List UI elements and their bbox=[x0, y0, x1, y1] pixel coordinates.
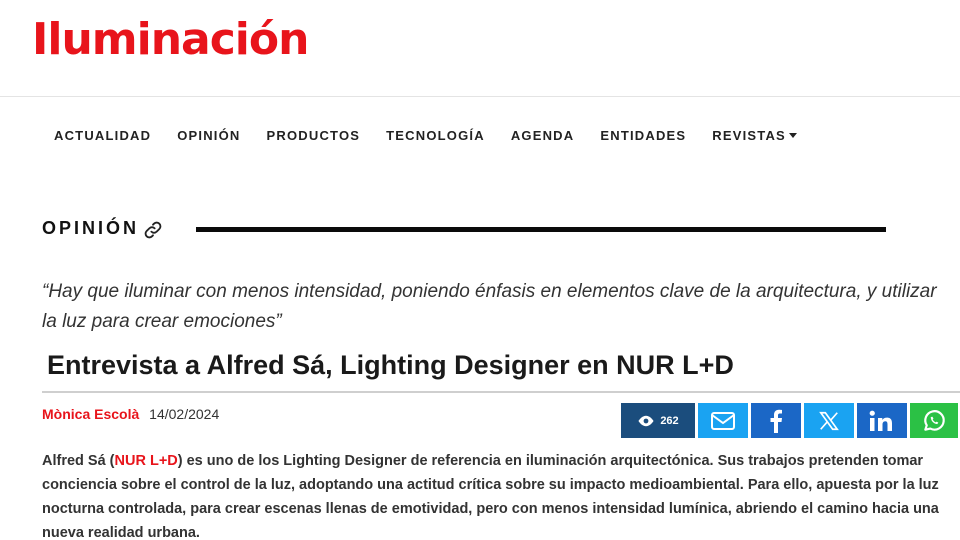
facebook-icon bbox=[770, 409, 782, 433]
link-icon[interactable] bbox=[143, 220, 163, 240]
nav-item-tecnologia[interactable]: TECNOLOGÍA bbox=[386, 128, 485, 143]
nav-item-productos[interactable]: PRODUCTOS bbox=[267, 128, 361, 143]
linkedin-icon bbox=[869, 410, 892, 431]
nav-item-entidades[interactable]: ENTIDADES bbox=[600, 128, 686, 143]
share-x-button[interactable] bbox=[804, 403, 854, 438]
lead-company-link[interactable]: NUR L+D bbox=[115, 453, 178, 469]
section-divider bbox=[196, 227, 886, 232]
nav-item-opinion[interactable]: OPINIÓN bbox=[177, 128, 240, 143]
title-divider bbox=[42, 391, 960, 393]
lead-text-start: Alfred Sá ( bbox=[42, 453, 115, 469]
publish-date: 14/02/2024 bbox=[149, 406, 220, 422]
share-whatsapp-button[interactable] bbox=[910, 403, 958, 438]
nav-item-actualidad[interactable]: ACTUALIDAD bbox=[54, 128, 151, 143]
share-facebook-button[interactable] bbox=[751, 403, 801, 438]
byline: Mònica Escolà 14/02/2024 bbox=[42, 406, 219, 422]
caret-down-icon bbox=[788, 133, 797, 138]
views-counter: 262 bbox=[621, 403, 695, 438]
section-title: OPINIÓN bbox=[42, 218, 140, 238]
whatsapp-icon bbox=[924, 409, 945, 431]
header-divider bbox=[0, 96, 960, 97]
x-icon bbox=[819, 411, 839, 430]
article-lead: Alfred Sá (NUR L+D) es uno de los Lighti… bbox=[42, 449, 960, 540]
share-email-button[interactable] bbox=[698, 403, 748, 438]
eye-icon bbox=[638, 415, 654, 426]
main-nav: ACTUALIDAD OPINIÓN PRODUCTOS TECNOLOGÍA … bbox=[54, 128, 797, 143]
article-title: Entrevista a Alfred Sá, Lighting Designe… bbox=[47, 350, 734, 380]
nav-item-revistas-label: REVISTAS bbox=[712, 128, 786, 143]
share-linkedin-button[interactable] bbox=[857, 403, 907, 438]
nav-item-agenda[interactable]: AGENDA bbox=[511, 128, 575, 143]
views-count: 262 bbox=[660, 414, 679, 427]
share-bar: 262 bbox=[621, 403, 958, 438]
site-logo[interactable]: Iluminación bbox=[32, 14, 309, 65]
author-link[interactable]: Mònica Escolà bbox=[42, 406, 139, 422]
nav-item-revistas[interactable]: REVISTAS bbox=[712, 128, 797, 143]
article-quote: “Hay que iluminar con menos intensidad, … bbox=[42, 281, 937, 332]
mail-icon bbox=[711, 411, 735, 430]
